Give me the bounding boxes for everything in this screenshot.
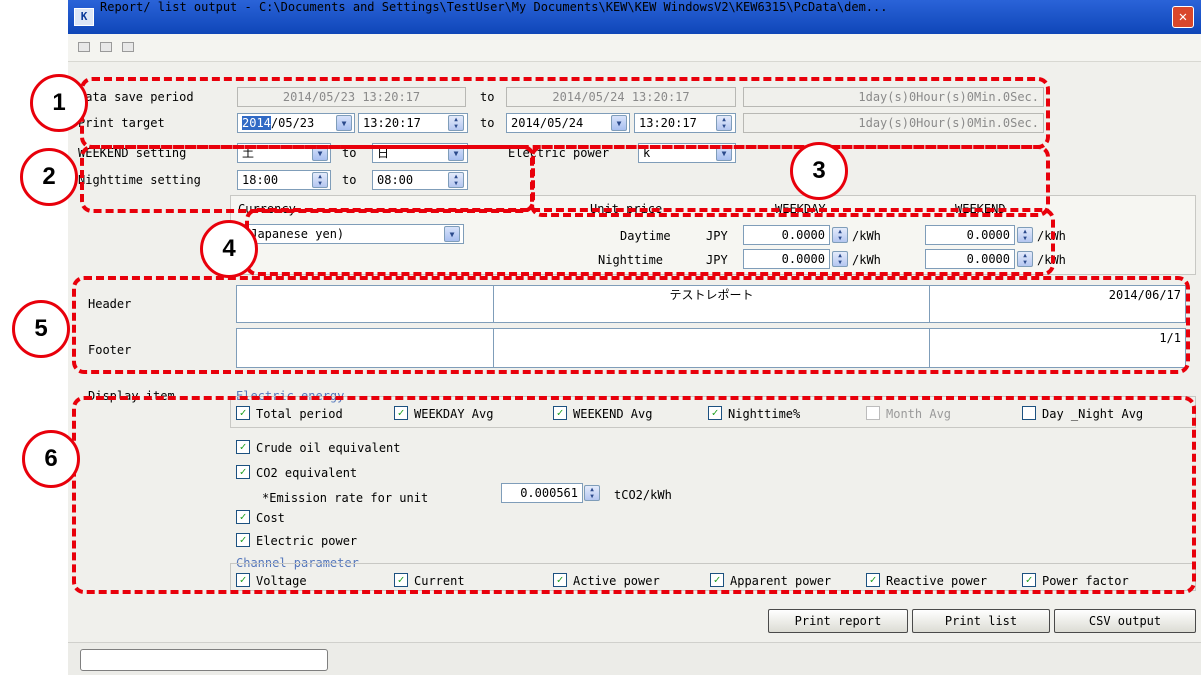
print-list-button[interactable]: Print list: [912, 609, 1050, 633]
toolbar-window-icon[interactable]: [122, 42, 134, 52]
toolbar: [68, 34, 1201, 62]
callout-marker-1: 1: [30, 74, 88, 132]
callout-region-4: [245, 208, 1055, 276]
app-icon: K: [74, 8, 94, 26]
toolbar-window-icon[interactable]: [100, 42, 112, 52]
callout-marker-4: 4: [200, 220, 258, 278]
callout-region-2: [80, 145, 535, 213]
status-bar-field: [80, 649, 328, 671]
toolbar-window-icon[interactable]: [78, 42, 90, 52]
callout-marker-2: 2: [20, 148, 78, 206]
callout-region-5: [72, 276, 1190, 374]
print-report-button[interactable]: Print report: [768, 609, 908, 633]
callout-region-6: [72, 396, 1196, 594]
callout-marker-3: 3: [790, 142, 848, 200]
callout-region-1: [80, 77, 1050, 149]
callout-marker-5: 5: [12, 300, 70, 358]
window-title: Report/ list output - C:\Documents and S…: [100, 0, 888, 14]
close-button[interactable]: ✕: [1172, 6, 1194, 28]
csv-output-button[interactable]: CSV output: [1054, 609, 1196, 633]
callout-region-3: [530, 145, 1050, 217]
callout-marker-6: 6: [22, 430, 80, 488]
